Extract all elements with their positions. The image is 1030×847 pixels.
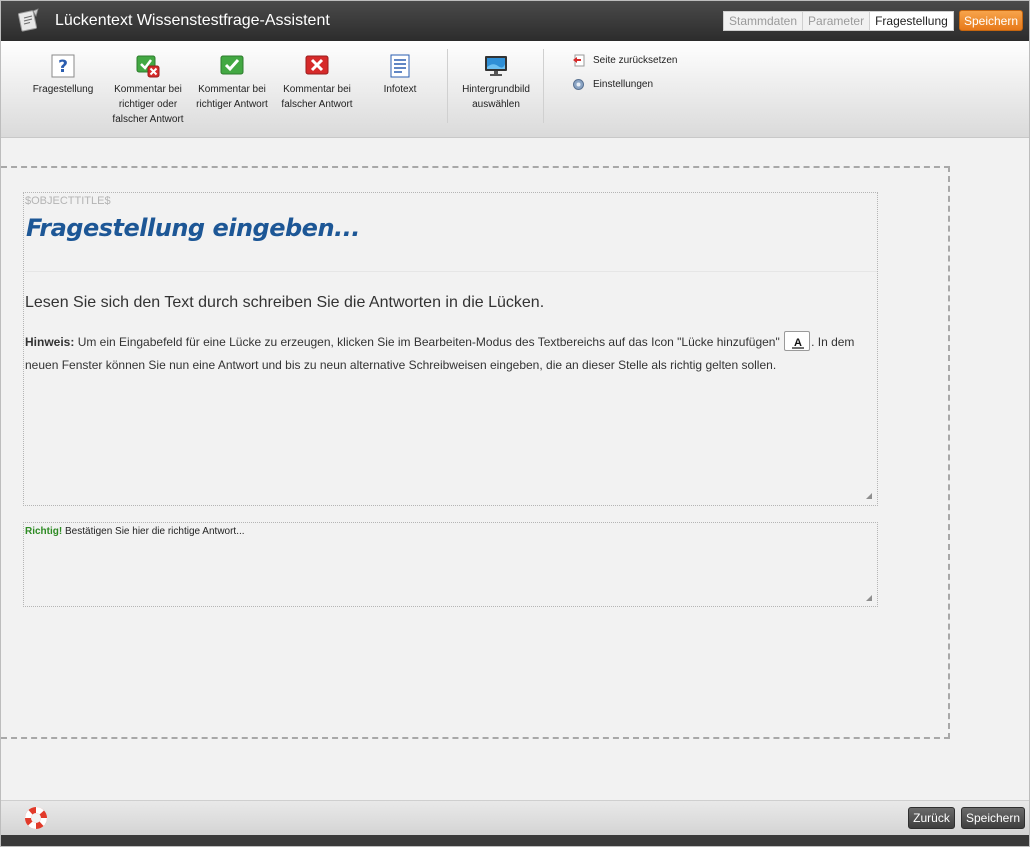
window-title: Lückentext Wissenstestfrage-Assistent <box>55 12 330 29</box>
instruction-text: Lesen Sie sich den Text durch schreiben … <box>25 294 545 311</box>
wizard-steps: Stammdaten Parameter Fragestellung <box>723 11 954 31</box>
feedback-correct-label: Richtig! <box>25 526 63 537</box>
resize-handle[interactable] <box>866 595 872 601</box>
monitor-icon <box>485 56 507 76</box>
ribbon-button-comment-wrong[interactable]: Kommentar bei falscher Antwort <box>276 54 358 112</box>
document-icon <box>390 54 410 78</box>
hint-text-part1: Um ein Eingabefeld für eine Lücke zu erz… <box>77 335 780 349</box>
ribbon-separator <box>447 49 448 123</box>
step-parameter[interactable]: Parameter <box>802 11 870 31</box>
title-bar: Lückentext Wissenstestfrage-Assistent St… <box>1 1 1029 41</box>
resize-handle[interactable] <box>866 493 872 499</box>
hint-paragraph: Hinweis: Um ein Eingabefeld für eine Lüc… <box>25 330 865 377</box>
question-title[interactable]: Fragestellung eingeben... <box>26 214 360 242</box>
back-button[interactable]: Zurück <box>908 807 955 829</box>
ribbon-button-fragestellung[interactable]: ? Fragestellung <box>29 54 97 97</box>
ribbon-button-label: Kommentar bei falscher Antwort <box>281 84 353 110</box>
reset-icon <box>573 54 585 67</box>
feedback-text: Richtig! Bestätigen Sie hier die richtig… <box>25 526 245 537</box>
check-icon <box>220 55 244 75</box>
svg-text:?: ? <box>58 57 68 77</box>
lifebuoy-icon[interactable] <box>24 806 48 830</box>
feedback-correct-text: Bestätigen Sie hier die richtige Antwort… <box>65 526 245 537</box>
question-icon: ? <box>51 54 75 78</box>
add-gap-icon: A <box>784 330 811 351</box>
ribbon-button-infotext[interactable]: Infotext <box>373 54 427 97</box>
ribbon-button-label: Kommentar bei richtiger oder falscher An… <box>112 84 184 125</box>
ribbon-toolbar: ? Fragestellung Kommentar bei richtiger … <box>1 41 1029 138</box>
hint-label: Hinweis: <box>25 335 75 349</box>
save-button-top[interactable]: Speichern <box>959 10 1023 31</box>
app-window: Lückentext Wissenstestfrage-Assistent St… <box>0 0 1030 847</box>
ribbon-button-label: Hintergrundbild auswählen <box>462 84 530 110</box>
ribbon-button-comment-right[interactable]: Kommentar bei richtiger Antwort <box>191 54 273 112</box>
ribbon-separator <box>543 49 544 123</box>
step-fragestellung[interactable]: Fragestellung <box>869 11 954 31</box>
ribbon-button-label: Kommentar bei richtiger Antwort <box>196 84 268 110</box>
add-gap-icon-glyph: A <box>794 337 802 349</box>
settings-label: Einstellungen <box>593 79 654 90</box>
bottom-bar <box>1 800 1029 835</box>
ribbon-button-comment-right-wrong[interactable]: Kommentar bei richtiger oder falscher An… <box>107 54 189 127</box>
app-logo-icon <box>17 8 39 32</box>
cross-icon <box>305 55 329 75</box>
reset-page-label: Seite zurücksetzen <box>593 55 678 66</box>
ribbon-button-label: Infotext <box>383 84 417 95</box>
settings-link[interactable]: Einstellungen <box>572 78 653 91</box>
object-title-placeholder: $OBJECTTITLE$ <box>25 195 111 207</box>
title-divider <box>25 271 877 272</box>
gear-icon <box>573 79 584 90</box>
step-stammdaten[interactable]: Stammdaten <box>723 11 803 31</box>
right-wrong-comment-icon <box>136 55 160 78</box>
save-button-bottom[interactable]: Speichern <box>961 807 1025 829</box>
ribbon-button-background-image[interactable]: Hintergrundbild auswählen <box>457 54 535 112</box>
reset-page-link[interactable]: Seite zurücksetzen <box>572 54 678 67</box>
footer-strip <box>1 835 1029 846</box>
ribbon-button-label: Fragestellung <box>32 84 94 95</box>
